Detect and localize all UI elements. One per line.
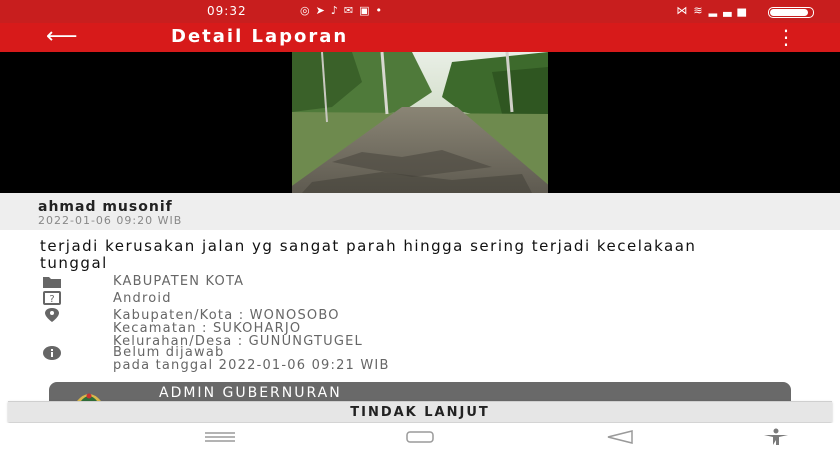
accessibility-icon[interactable] [762, 428, 790, 446]
reporter-name: ahmad musonif [38, 199, 173, 215]
signal-icon: ▂▃▅ [708, 4, 752, 17]
status-bar: 09:32 ◎➤♪✉▣• ⋈≋▂▃▅ [0, 0, 840, 23]
notification-icons: ◎➤♪✉▣• [300, 4, 388, 17]
report-date: 2022-01-06 09:20 WIB [38, 214, 183, 227]
report-description: terjadi kerusakan jalan yg sangat parah … [40, 237, 697, 272]
status-lines: Belum dijawab pada tanggal 2022-01-06 09… [113, 346, 390, 372]
info-icon [43, 346, 61, 360]
wifi-icon: ≋ [693, 4, 709, 17]
back-nav-icon[interactable] [606, 430, 634, 444]
app-icon: ▣ [359, 4, 376, 17]
road-photo-image [292, 52, 548, 193]
whatsapp-icon: ◎ [300, 4, 316, 17]
system-icons: ⋈≋▂▃▅ [676, 4, 752, 17]
location-lines: Kabupaten/Kota : WONOSOBO Kecamatan : SU… [113, 309, 363, 348]
help-box-icon: ? [43, 291, 61, 305]
page-title: Detail Laporan [171, 26, 349, 47]
more-vert-icon[interactable]: ⋮ [776, 25, 796, 49]
status-time: 09:32 [207, 4, 247, 18]
recent-apps-icon[interactable] [205, 432, 235, 442]
folder-icon [43, 277, 61, 288]
svg-text:?: ? [49, 294, 54, 305]
tindak-lanjut-button[interactable]: TINDAK LANJUT [8, 401, 832, 422]
admin-name: ADMIN GUBERNURAN [159, 385, 342, 401]
reporter-section: ahmad musonif 2022-01-06 09:20 WIB [0, 193, 840, 230]
report-status-date: pada tanggal 2022-01-06 09:21 WIB [113, 358, 390, 373]
photo-area [0, 52, 840, 193]
telegram-icon: ➤ [315, 4, 331, 17]
battery-level [770, 9, 808, 16]
system-nav-bar [0, 423, 840, 450]
report-photo[interactable] [292, 52, 548, 193]
app-bar: ⟵ Detail Laporan ⋮ [0, 23, 840, 52]
vibrate-icon: ⋈ [676, 4, 694, 17]
report-category: KABUPATEN KOTA [113, 274, 245, 289]
arrow-left-icon[interactable]: ⟵ [46, 25, 78, 49]
dot-icon: • [375, 4, 388, 17]
report-source: Android [113, 291, 172, 306]
tiktok-icon: ♪ [330, 4, 344, 17]
home-icon[interactable] [406, 431, 434, 443]
location-pin-icon [45, 308, 59, 322]
gmail-icon: ✉ [343, 4, 360, 17]
battery-icon [768, 7, 814, 18]
